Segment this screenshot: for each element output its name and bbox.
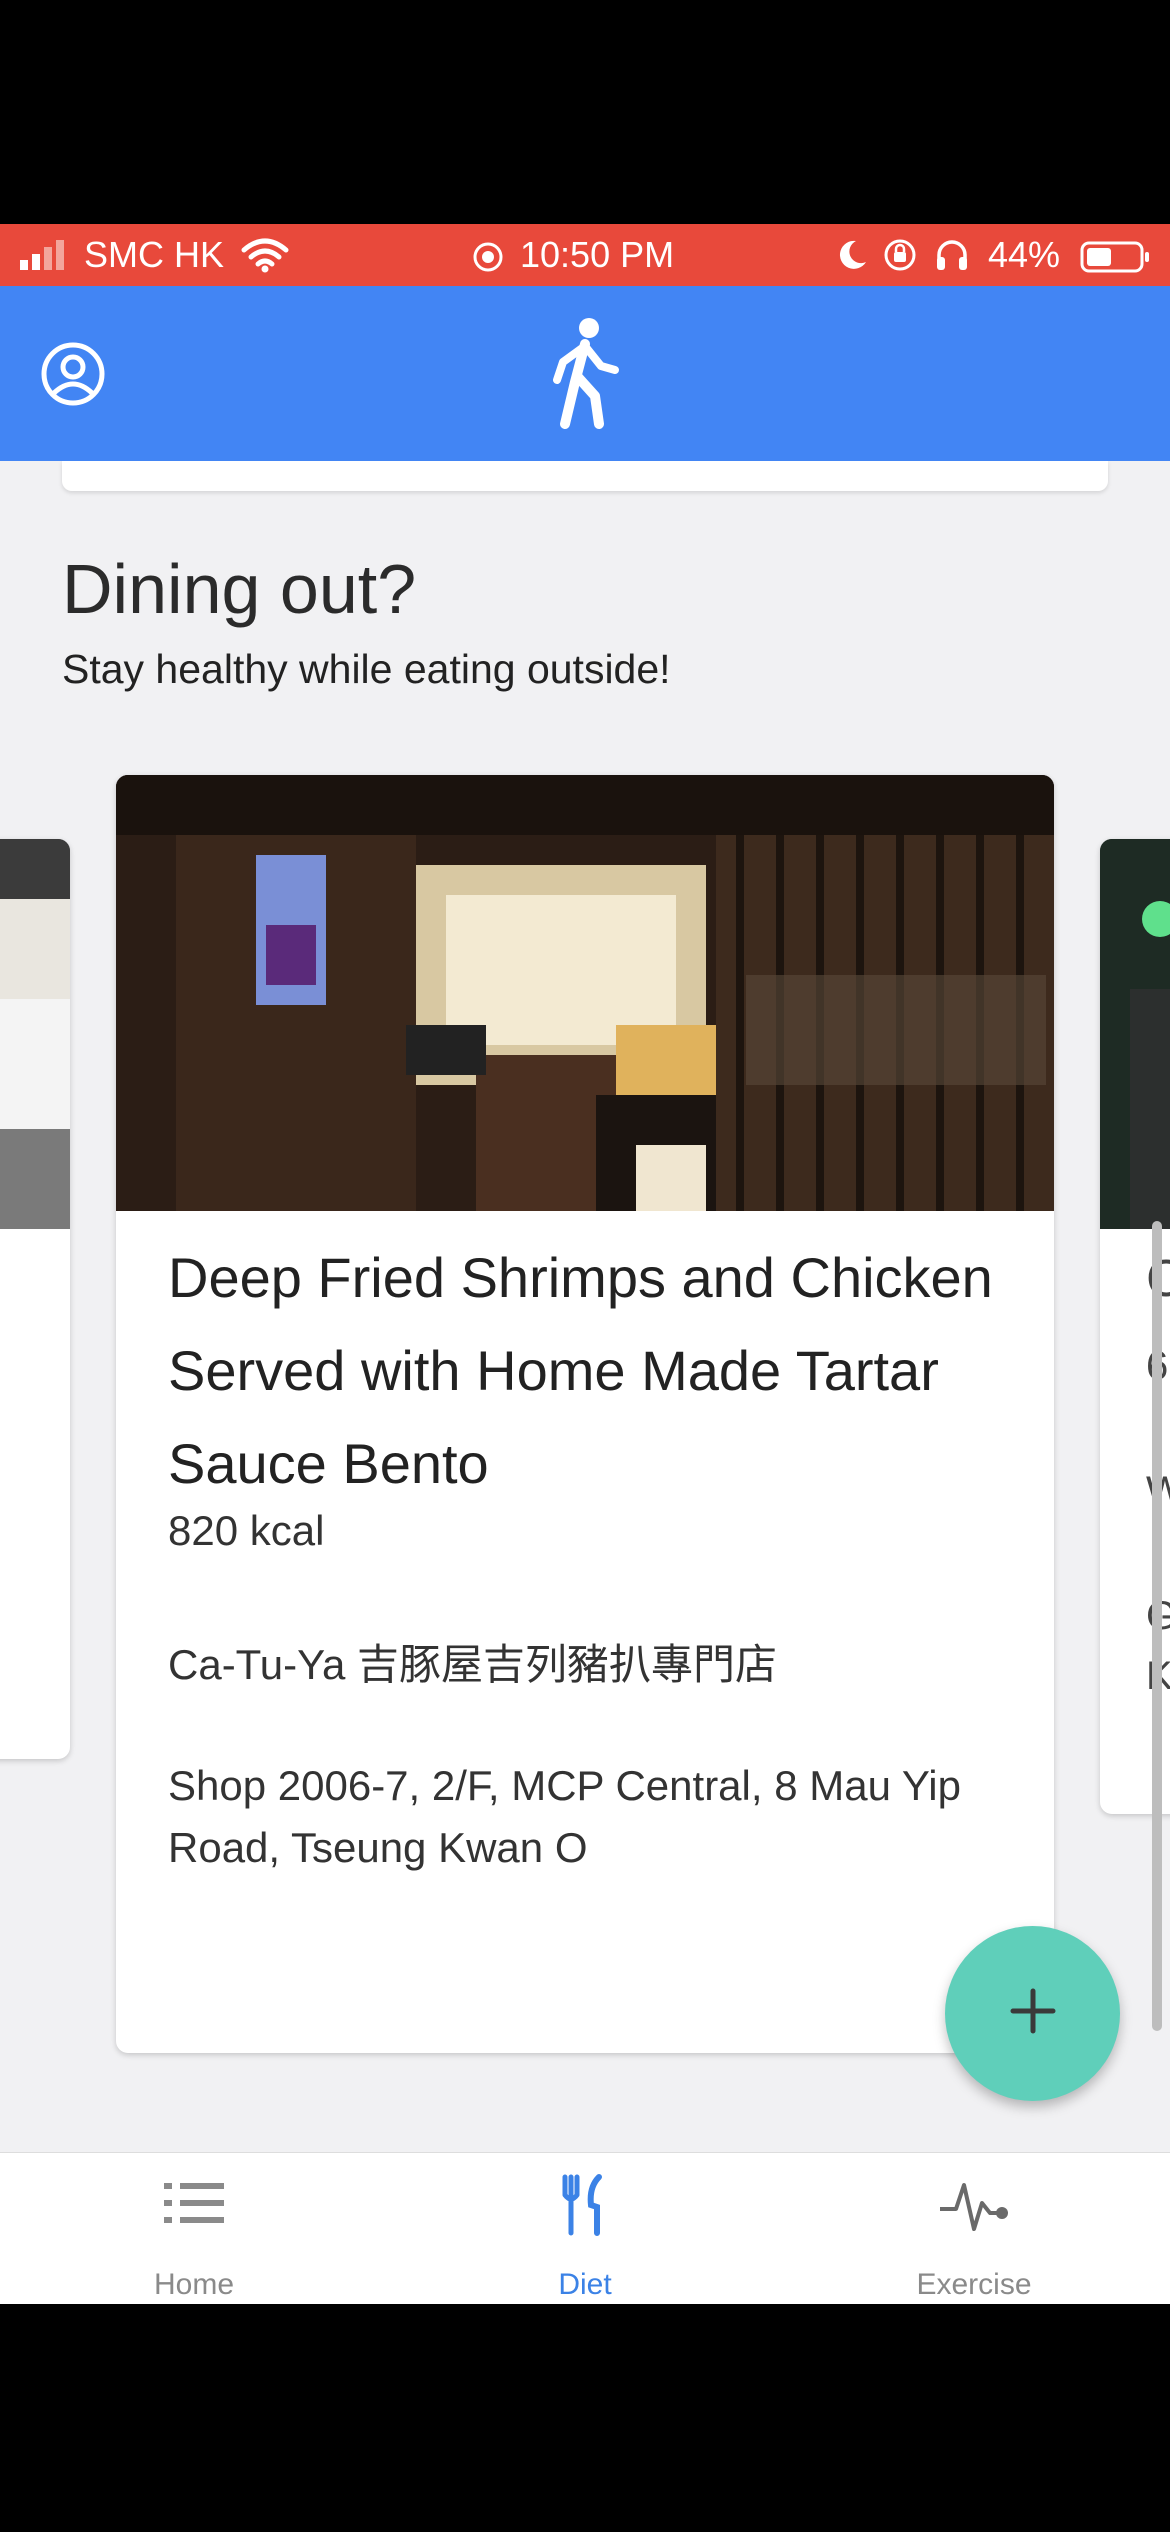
add-button[interactable] (945, 1926, 1120, 2101)
headphones-icon (934, 238, 970, 281)
plus-icon (1008, 1986, 1058, 2041)
section-subtitle: Stay healthy while eating outside! (62, 646, 671, 692)
walking-person-icon (545, 316, 625, 437)
app-bar (0, 286, 1170, 461)
screen-bottom-border (0, 2304, 1170, 2532)
battery-percent: 44% (988, 234, 1061, 275)
location-icon (472, 240, 504, 282)
nav-exercise-label: Exercise (916, 2268, 1032, 2301)
restaurant-photo (1100, 839, 1170, 1229)
nav-diet-label: Diet (558, 2268, 612, 2301)
main-content[interactable]: Dining out? Stay healthy while eating ou… (0, 461, 1170, 2152)
moon-icon (836, 238, 868, 281)
nav-home[interactable]: Home (44, 2153, 344, 2305)
account-circle-icon[interactable] (40, 341, 106, 412)
nav-exercise[interactable]: Exercise (824, 2153, 1124, 2305)
status-bar: SMC HK 10:50 PM 44% (0, 224, 1170, 286)
wifi-icon (240, 236, 290, 283)
battery-icon (1080, 240, 1152, 282)
bottom-navigation: Home Diet Exercise (0, 2152, 1170, 2304)
restaurant-photo (116, 775, 1054, 1211)
scrollbar[interactable] (1152, 1221, 1162, 2031)
fork-knife-icon (559, 2173, 611, 2242)
dish-name: Deep Fried Shrimps and Chicken Served wi… (168, 1246, 993, 1495)
calorie-count: 820 kcal (168, 1507, 325, 1554)
restaurant-photo (0, 839, 70, 1229)
restaurant-card[interactable]: Deep Fried Shrimps and Chicken Served wi… (116, 775, 1054, 2053)
list-icon (162, 2173, 226, 2238)
restaurant-name: Ca-Tu-Ya 吉豚屋吉列豬扒專門店 (168, 1641, 778, 1688)
restaurant-card-previous[interactable] (0, 839, 70, 1759)
pulse-icon (938, 2173, 1010, 2242)
previous-card-edge (62, 461, 1108, 491)
section-title: Dining out? (62, 550, 417, 628)
nav-home-label: Home (153, 2268, 235, 2301)
clock-time: 10:50 PM (520, 234, 675, 275)
signal-icon (18, 238, 70, 281)
nav-diet[interactable]: Diet (435, 2153, 735, 2305)
carrier-label: SMC HK (84, 234, 225, 275)
rotation-lock-icon (882, 238, 918, 281)
restaurant-address: Shop 2006-7, 2/F, MCP Central, 8 Mau Yip… (168, 1762, 961, 1871)
